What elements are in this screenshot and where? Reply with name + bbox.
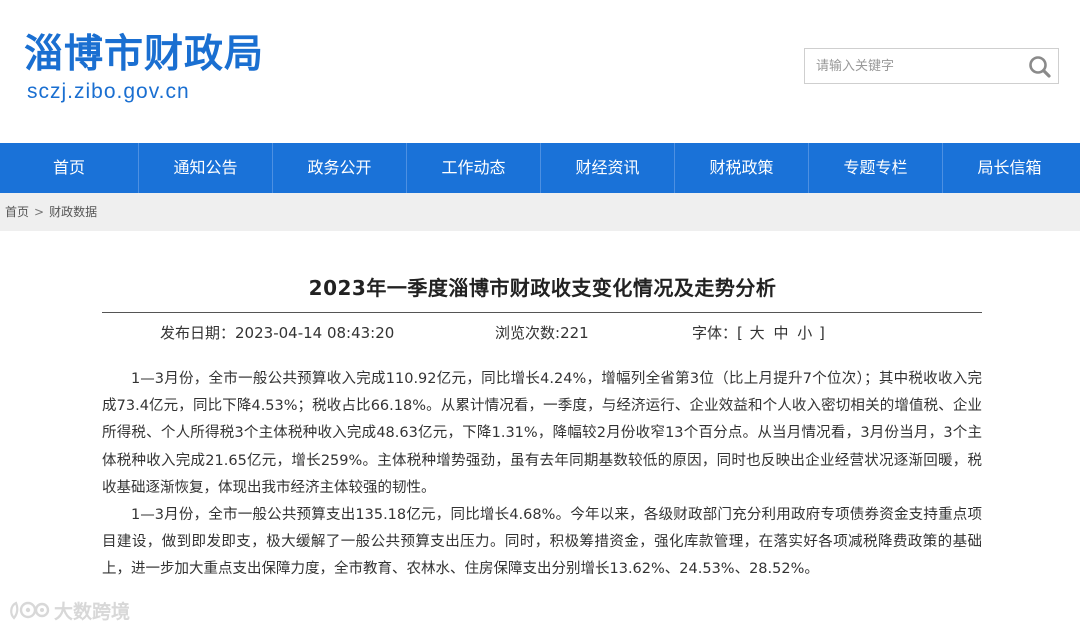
font-size-small-button[interactable]: 小 bbox=[797, 324, 812, 342]
article-paragraph: 1—3月份，全市一般公共预算收入完成110.92亿元，同比增长4.24%，增幅列… bbox=[102, 371, 982, 496]
breadcrumb: 首页 > 财政数据 bbox=[0, 193, 1080, 231]
nav-item-finance-news[interactable]: 财经资讯 bbox=[540, 143, 674, 193]
view-count-value: 221 bbox=[560, 324, 589, 342]
search-icon bbox=[1029, 56, 1051, 78]
font-size-large-button[interactable]: 大 bbox=[750, 324, 765, 342]
nav-item-special-topics[interactable]: 专题专栏 bbox=[808, 143, 942, 193]
publish-date: 发布日期：2023-04-14 08:43:20 bbox=[160, 322, 394, 343]
nav-item-work-news[interactable]: 工作动态 bbox=[406, 143, 540, 193]
article-title: 2023年一季度淄博市财政收支变化情况及走势分析 bbox=[308, 276, 777, 300]
search-input[interactable] bbox=[805, 49, 1023, 83]
site-logo-url[interactable]: sczj.zibo.gov.cn bbox=[27, 80, 190, 104]
nav-item-home[interactable]: 首页 bbox=[0, 143, 138, 193]
title-divider bbox=[102, 312, 982, 313]
site-header: 淄博市财政局 sczj.zibo.gov.cn bbox=[0, 0, 1080, 143]
watermark-logo-icon bbox=[10, 601, 50, 620]
breadcrumb-separator: > bbox=[34, 205, 45, 219]
site-logo-name[interactable]: 淄博市财政局 bbox=[24, 30, 264, 80]
article-meta: 发布日期：2023-04-14 08:43:20 浏览次数:221 字体：[ 大… bbox=[0, 322, 1080, 344]
search-box bbox=[804, 48, 1059, 84]
nav-item-tax-policy[interactable]: 财税政策 bbox=[674, 143, 808, 193]
breadcrumb-home[interactable]: 首页 bbox=[5, 193, 29, 231]
font-size-label: 字体：[ bbox=[692, 324, 743, 342]
nav-item-gov-affairs[interactable]: 政务公开 bbox=[272, 143, 406, 193]
article-paragraph: 1—3月份，全市一般公共预算支出135.18亿元，同比增长4.68%。今年以来，… bbox=[102, 507, 982, 578]
view-count-label: 浏览次数: bbox=[495, 324, 561, 342]
font-size-medium-button[interactable]: 中 bbox=[773, 324, 788, 342]
publish-date-label: 发布日期： bbox=[160, 324, 236, 342]
nav-item-notices[interactable]: 通知公告 bbox=[138, 143, 272, 193]
nav-item-director-mailbox[interactable]: 局长信箱 bbox=[942, 143, 1076, 193]
main-nav: 首页 通知公告 政务公开 工作动态 财经资讯 财税政策 专题专栏 局长信箱 bbox=[0, 143, 1080, 193]
watermark-text: 大数跨境 bbox=[54, 600, 131, 623]
font-size-bracket-close: ] bbox=[819, 324, 825, 342]
breadcrumb-current[interactable]: 财政数据 bbox=[49, 193, 97, 231]
publish-date-value: 2023-04-14 08:43:20 bbox=[235, 324, 395, 342]
view-count: 浏览次数:221 bbox=[495, 322, 589, 343]
watermark: 大数跨境 bbox=[8, 596, 130, 624]
search-button[interactable] bbox=[1026, 53, 1054, 81]
article-body: 1—3月份，全市一般公共预算收入完成110.92亿元，同比增长4.24%，增幅列… bbox=[102, 366, 982, 584]
font-size-selector: 字体：[ 大 中 小 ] bbox=[692, 322, 825, 343]
